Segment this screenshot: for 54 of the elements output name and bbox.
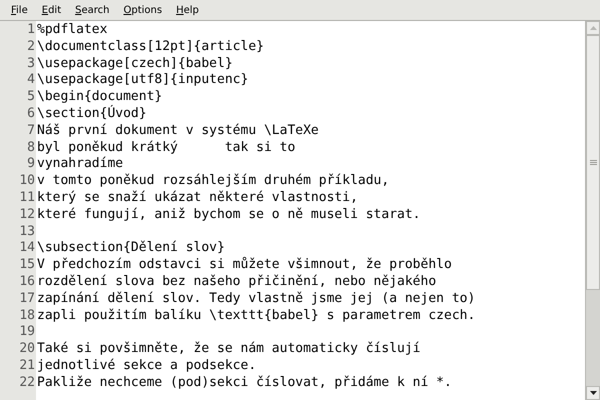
line-number: 22: [19, 374, 35, 390]
up-arrow-icon: [590, 26, 596, 30]
line-number: 13: [19, 224, 35, 239]
scroll-down-button[interactable]: [586, 386, 600, 400]
code-line: byl poněkud krátký tak si to: [37, 140, 296, 155]
menu-item[interactable]: Edit: [34, 4, 68, 16]
code-line: %pdflatex: [37, 22, 108, 37]
line-number: 10: [19, 173, 35, 188]
line-number: 16: [19, 274, 35, 289]
line-number: 5: [27, 89, 35, 104]
line-number: 12: [19, 206, 35, 222]
line-number: 7: [27, 122, 35, 138]
line-number: 3: [27, 56, 35, 71]
menu-item[interactable]: File: [4, 4, 35, 16]
line-number: 21: [19, 358, 35, 373]
code-line: Také si povšimněte, že se nám automaticky číslují: [37, 341, 421, 356]
code-line: rozdělení slova bez našeho přičinění, nebo nějakého: [37, 274, 436, 289]
line-number: 19: [19, 324, 35, 340]
menu-item[interactable]: Options: [116, 4, 170, 16]
line-number: 4: [27, 72, 35, 88]
code-line: Náš první dokument v systému \LaTeXe: [37, 122, 319, 138]
code-line: \subsection{Dělení slov}: [37, 240, 225, 256]
line-number: 6: [27, 106, 35, 121]
code-line: V předchozím odstavci si můžete všimnout, že proběhlo: [37, 257, 452, 272]
line-number: 20: [19, 341, 35, 356]
menu-item[interactable]: Search: [68, 4, 116, 16]
code-line: \section{Úvod}: [37, 106, 147, 121]
code-line: který se snaží ukázat některé vlastnosti,: [37, 190, 358, 205]
line-number: 11: [19, 190, 35, 205]
code-line: \begin{document}: [37, 89, 162, 104]
line-number: 14: [19, 240, 35, 256]
code-line: zapli použitím balíku \texttt{babel} s parametrem czech.: [37, 308, 476, 323]
line-number: 2: [27, 38, 35, 54]
scroll-thumb[interactable]: [586, 35, 600, 290]
line-number: 15: [19, 257, 35, 272]
code-line: v tomto poněkud rozsáhlejším druhém příkladu,: [37, 173, 390, 188]
grip-icon: [590, 160, 596, 165]
code-line: zapínání dělení slov. Tedy vlastně jsme jej (a nejen to): [37, 290, 476, 306]
line-number: 17: [19, 290, 35, 306]
code-line: které fungují, aniž bychom se o ně museli starat.: [37, 206, 421, 222]
code-line: Pakliže nechceme (pod)sekci číslovat, přidáme k ní *.: [37, 374, 452, 390]
code-line: \usepackage[utf8]{inputenc}: [37, 72, 248, 88]
line-number: 18: [19, 308, 35, 323]
line-number: 9: [27, 156, 35, 172]
menu-item[interactable]: Help: [169, 4, 206, 16]
line-number: 8: [27, 140, 35, 155]
scrollbar[interactable]: [585, 21, 600, 400]
down-arrow-icon: [590, 391, 596, 395]
code-line: vynahradíme: [37, 156, 124, 172]
code-line: \usepackage[czech]{babel}: [37, 56, 233, 71]
code-line: jednotlivé sekce a podsekce.: [37, 358, 256, 373]
code-line: \documentclass[12pt]{article}: [37, 38, 264, 54]
scroll-up-button[interactable]: [586, 21, 600, 35]
line-number: 1: [27, 22, 35, 37]
